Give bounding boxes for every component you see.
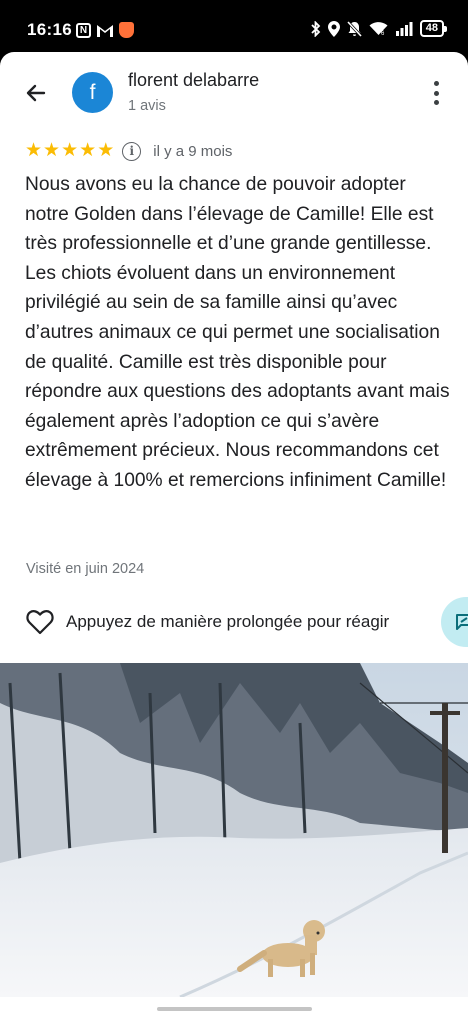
svg-text:6: 6 bbox=[381, 31, 385, 36]
status-time: 16:16 bbox=[27, 20, 72, 39]
system-icons: 6 48 bbox=[311, 20, 448, 37]
star-icon: ★ bbox=[61, 140, 79, 161]
review-date: il y a 9 mois bbox=[153, 142, 233, 160]
reviewer-name[interactable]: florent delabarre bbox=[128, 70, 259, 91]
avatar[interactable]: f bbox=[72, 72, 113, 113]
react-button[interactable]: Appuyez de manière prolongée pour réagir bbox=[26, 608, 389, 636]
reply-icon bbox=[456, 614, 468, 630]
notification-icons: N bbox=[76, 22, 134, 38]
info-icon[interactable]: i bbox=[122, 141, 142, 161]
more-options-button[interactable] bbox=[432, 81, 440, 105]
wifi-icon: 6 bbox=[369, 22, 388, 36]
visit-date: Visité en juin 2024 bbox=[26, 561, 145, 577]
status-bar: 16:16 N 6 48 bbox=[0, 0, 468, 52]
signal-icon bbox=[395, 22, 413, 36]
shield-icon bbox=[119, 22, 134, 38]
reply-button[interactable] bbox=[441, 597, 468, 647]
star-icon: ★ bbox=[43, 140, 61, 161]
back-button[interactable] bbox=[20, 77, 52, 109]
review-sheet: f florent delabarre 1 avis ★ ★ ★ ★ ★ i i… bbox=[0, 52, 468, 1024]
rating-row: ★ ★ ★ ★ ★ i il y a 9 mois bbox=[25, 141, 232, 161]
review-text: Nous avons eu la chance de pouvoir adopt… bbox=[25, 174, 450, 491]
star-rating: ★ ★ ★ ★ ★ bbox=[25, 141, 114, 161]
react-label: Appuyez de manière prolongée pour réagir bbox=[66, 612, 390, 631]
arrow-back-icon bbox=[26, 84, 46, 102]
snowy-field-photo bbox=[0, 663, 468, 997]
bell-off-icon bbox=[346, 20, 362, 37]
star-icon: ★ bbox=[97, 140, 115, 161]
dot bbox=[433, 100, 439, 105]
n-icon: N bbox=[76, 22, 91, 38]
star-icon: ★ bbox=[25, 140, 43, 161]
heart-icon bbox=[26, 608, 54, 636]
bluetooth-icon bbox=[311, 20, 321, 37]
star-icon: ★ bbox=[79, 140, 97, 161]
gmail-icon bbox=[97, 24, 113, 37]
battery-icon: 48 bbox=[419, 20, 448, 37]
dot bbox=[433, 90, 439, 96]
review-photo[interactable] bbox=[0, 663, 468, 997]
location-icon bbox=[327, 20, 340, 37]
reviewer-review-count: 1 avis bbox=[128, 98, 166, 114]
gesture-nav-bar[interactable] bbox=[157, 1007, 312, 1011]
dot bbox=[433, 81, 439, 86]
